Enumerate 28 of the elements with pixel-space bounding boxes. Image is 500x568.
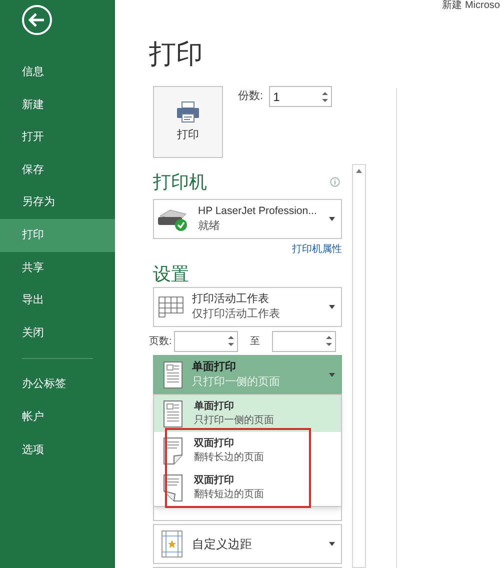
sidebar-item[interactable]: 导出	[0, 284, 115, 317]
pages-label: 页数:	[149, 334, 172, 348]
printer-properties-link[interactable]: 打印机属性	[292, 242, 342, 257]
copies-field[interactable]: 1	[269, 86, 332, 107]
sidebar-item[interactable]: 办公标签	[0, 368, 115, 401]
sidebar-item[interactable]: 打印	[0, 218, 115, 252]
printer-dropdown[interactable]: HP LaserJet Profession... 就绪	[153, 199, 342, 239]
sidebar-item[interactable]: 保存	[0, 154, 115, 186]
to-label: 至	[250, 334, 260, 348]
sidebar-item[interactable]: 关闭	[0, 316, 115, 350]
section-heading: 设置	[153, 263, 190, 286]
section-heading: 打印机	[153, 171, 207, 194]
page-title: 打印	[149, 38, 204, 71]
sidebar-item[interactable]: 另存为	[0, 186, 115, 219]
sidebar-item[interactable]: 信息	[0, 56, 115, 89]
sidebar-item[interactable]: 共享	[0, 252, 115, 284]
margins-dropdown[interactable]: 自定义边距	[153, 524, 342, 564]
copies-label: 份数:	[238, 89, 264, 104]
sidebar-item[interactable]: 新建	[0, 88, 115, 122]
menu-option[interactable]: 双面打印 翻转长边的页面	[154, 432, 341, 469]
menu-option[interactable]: 双面打印 翻转短边的页面	[154, 469, 341, 506]
duplex-dropdown[interactable]: 单面打印 只打印一侧的页面	[153, 355, 342, 395]
print-button[interactable]: 打印	[153, 86, 223, 158]
menu-option[interactable]: 单面打印 只打印一侧的页面	[154, 395, 341, 432]
sheets-dropdown[interactable]: 打印活动工作表 仅打印活动工作表	[153, 287, 342, 327]
sidebar-item[interactable]: 选项	[0, 434, 115, 466]
sidebar-item[interactable]: 打开	[0, 121, 115, 154]
sidebar-item[interactable]: 帐户	[0, 400, 115, 434]
